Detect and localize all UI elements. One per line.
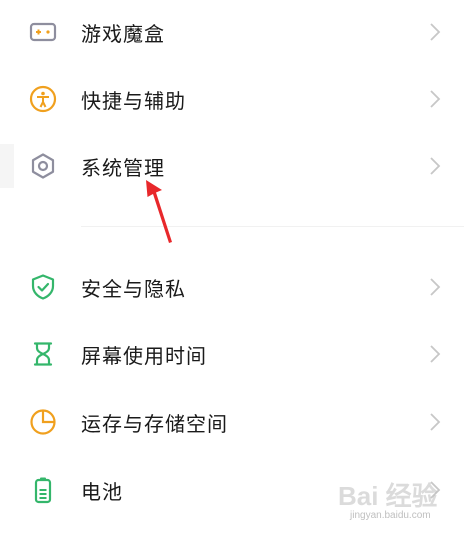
settings-item-label: 运存与存储空间 (81, 411, 228, 436)
settings-item-game-box[interactable]: 游戏魔盒 (0, 0, 464, 64)
settings-item-label: 电池 (81, 479, 123, 504)
accessibility-icon (28, 84, 58, 114)
watermark-url: jingyan.baidu.com (350, 510, 431, 521)
settings-item-security-privacy[interactable]: 安全与隐私 (0, 255, 464, 319)
chevron-right-icon (430, 345, 441, 363)
settings-item-memory-storage[interactable]: 运存与存储空间 (0, 390, 464, 454)
hourglass-icon (28, 339, 58, 369)
settings-item-label: 游戏魔盒 (81, 21, 165, 46)
shield-check-icon (28, 272, 58, 302)
chevron-right-icon (430, 413, 441, 431)
settings-item-label: 快捷与辅助 (81, 88, 186, 113)
settings-item-label: 安全与隐私 (81, 276, 186, 301)
chevron-right-icon (430, 23, 441, 41)
red-arrow-icon (146, 180, 172, 243)
settings-item-label: 屏幕使用时间 (81, 343, 207, 368)
settings-item-screen-time[interactable]: 屏幕使用时间 (0, 322, 464, 386)
game-box-icon (28, 17, 58, 47)
chevron-right-icon (430, 157, 441, 175)
chevron-right-icon (430, 90, 441, 108)
pie-storage-icon (28, 407, 58, 437)
chevron-right-icon (430, 278, 441, 296)
hexagon-settings-icon (28, 151, 58, 181)
watermark-text: Bai 经验 (338, 481, 438, 511)
settings-screen: 游戏魔盒 快捷与辅助 系统管理 安全与隐私 屏幕使用时间 运存与存储空间 电池 … (0, 0, 464, 538)
battery-icon (28, 475, 58, 505)
settings-item-shortcuts-accessibility[interactable]: 快捷与辅助 (0, 67, 464, 131)
settings-item-system-management[interactable]: 系统管理 (0, 134, 464, 198)
